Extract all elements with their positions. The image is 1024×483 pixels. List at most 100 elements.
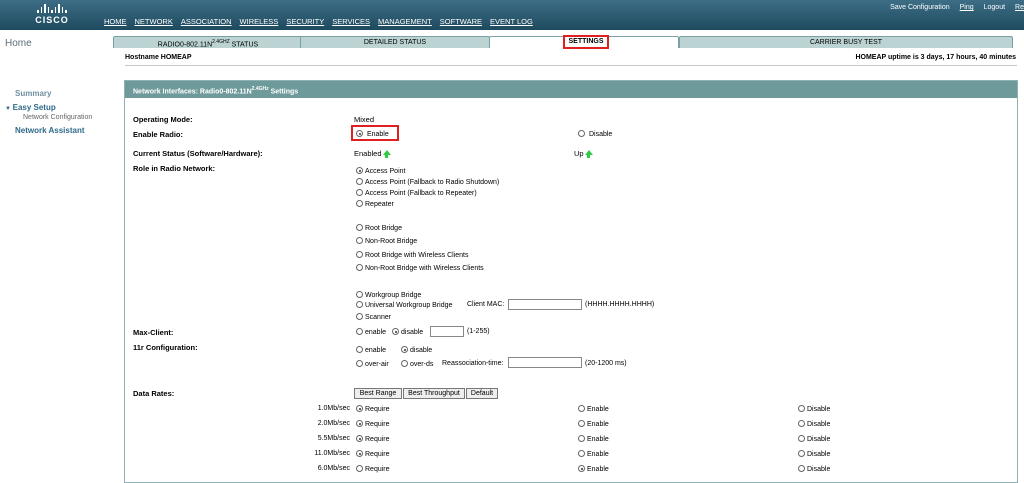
radio-icon[interactable] (356, 224, 363, 231)
role-option[interactable]: Non-Root Bridge (356, 237, 417, 245)
nav-security[interactable]: SECURITY (286, 17, 324, 26)
enable-radio-enable-option[interactable]: Enable (356, 130, 389, 138)
nav-event-log[interactable]: EVENT LOG (490, 17, 533, 26)
data-rate-disable-option[interactable]: Disable (798, 420, 830, 428)
nav-network[interactable]: NETWORK (135, 17, 173, 26)
radio-icon[interactable] (798, 450, 805, 457)
role-option[interactable]: Access Point (356, 167, 405, 175)
nav-association[interactable]: ASSOCIATION (181, 17, 232, 26)
sidebar-item-easy-setup[interactable]: ▼ Easy Setup (5, 103, 56, 112)
r11-over-ds-option[interactable]: over-ds (401, 360, 433, 368)
radio-selected-icon[interactable] (578, 465, 585, 472)
default-button[interactable]: Default (466, 388, 498, 399)
data-rate-require-option[interactable]: Require (356, 465, 390, 473)
nav-wireless[interactable]: WIRELESS (240, 17, 279, 26)
data-rate-disable-label: Disable (807, 406, 831, 413)
max-client-disable-option[interactable]: disable (392, 328, 423, 336)
nav-services[interactable]: SERVICES (332, 17, 370, 26)
role-option[interactable]: Root Bridge with Wireless Clients (356, 251, 468, 259)
client-mac-input[interactable] (508, 299, 582, 310)
nav-software[interactable]: SOFTWARE (440, 17, 482, 26)
radio-icon[interactable] (798, 420, 805, 427)
sidebar-home[interactable]: Home (5, 38, 32, 49)
r11-disable-option[interactable]: disable (401, 346, 432, 354)
radio-icon[interactable] (356, 313, 363, 320)
radio-selected-icon[interactable] (401, 346, 408, 353)
data-rate-require-option[interactable]: Require (356, 405, 390, 413)
data-rate-disable-label: Disable (807, 466, 831, 473)
data-rate-require-option[interactable]: Require (356, 435, 390, 443)
save-configuration-link[interactable]: Save Configuration (890, 4, 950, 11)
radio-icon[interactable] (356, 200, 363, 207)
tab-radio-status-label: RADIO0-802.11N (157, 41, 213, 49)
r11-enable-option[interactable]: enable (356, 346, 386, 354)
data-rate-enable-option[interactable]: Enable (578, 450, 609, 458)
data-rate-disable-option[interactable]: Disable (798, 435, 830, 443)
tab-radio-status[interactable]: RADIO0-802.11N2.4GHZ STATUS (113, 36, 303, 48)
role-option[interactable]: Scanner (356, 313, 391, 321)
radio-selected-icon[interactable] (392, 328, 399, 335)
role-option-label: Access Point (Fallback to Radio Shutdown… (365, 179, 500, 186)
radio-selected-icon[interactable] (356, 450, 363, 457)
data-rate-enable-option[interactable]: Enable (578, 420, 609, 428)
role-option[interactable]: Root Bridge (356, 224, 402, 232)
logout-link[interactable]: Logout (984, 4, 1005, 11)
radio-icon[interactable] (401, 360, 408, 367)
reassociation-time-input[interactable] (508, 357, 582, 368)
radio-icon[interactable] (578, 435, 585, 442)
role-option[interactable]: Workgroup Bridge (356, 291, 421, 299)
radio-icon[interactable] (578, 420, 585, 427)
data-rate-disable-option[interactable]: Disable (798, 450, 830, 458)
radio-selected-icon[interactable] (356, 405, 363, 412)
data-rate-disable-option[interactable]: Disable (798, 465, 830, 473)
radio-icon[interactable] (356, 360, 363, 367)
enable-radio-disable-option[interactable]: Disable (578, 130, 612, 138)
radio-icon[interactable] (356, 189, 363, 196)
radio-icon[interactable] (356, 301, 363, 308)
sidebar-item-summary[interactable]: Summary (15, 89, 51, 98)
role-option[interactable]: Universal Workgroup Bridge (356, 301, 452, 309)
radio-icon[interactable] (356, 178, 363, 185)
radio-selected-icon[interactable] (356, 420, 363, 427)
sidebar-item-network-assistant[interactable]: Network Assistant (15, 126, 85, 135)
data-rate-disable-option[interactable]: Disable (798, 405, 830, 413)
role-option[interactable]: Repeater (356, 200, 394, 208)
role-option[interactable]: Access Point (Fallback to Repeater) (356, 189, 477, 197)
tab-detailed-status[interactable]: DETAILED STATUS (300, 36, 490, 48)
sidebar-item-network-configuration[interactable]: Network Configuration (23, 114, 92, 121)
radio-icon[interactable] (578, 450, 585, 457)
nav-home[interactable]: HOME (104, 17, 127, 26)
best-range-button[interactable]: Best Range (354, 388, 402, 399)
best-throughput-button[interactable]: Best Throughput (403, 388, 465, 399)
radio-selected-icon[interactable] (356, 435, 363, 442)
r11-over-air-option[interactable]: over-air (356, 360, 389, 368)
data-rate-enable-option[interactable]: Enable (578, 465, 609, 473)
ping-link[interactable]: Ping (960, 4, 974, 11)
radio-icon[interactable] (356, 251, 363, 258)
radio-selected-icon[interactable] (356, 130, 363, 137)
radio-icon[interactable] (578, 405, 585, 412)
nav-management[interactable]: MANAGEMENT (378, 17, 432, 26)
data-rate-require-option[interactable]: Require (356, 420, 390, 428)
radio-icon[interactable] (356, 328, 363, 335)
tab-carrier-busy-test[interactable]: CARRIER BUSY TEST (679, 36, 1013, 48)
data-rate-require-option[interactable]: Require (356, 450, 390, 458)
max-client-input[interactable] (430, 326, 464, 337)
radio-icon[interactable] (798, 405, 805, 412)
data-rate-enable-option[interactable]: Enable (578, 405, 609, 413)
role-option[interactable]: Non-Root Bridge with Wireless Clients (356, 264, 484, 272)
data-rate-enable-option[interactable]: Enable (578, 435, 609, 443)
refresh-link[interactable]: Re (1015, 4, 1024, 11)
radio-icon[interactable] (798, 435, 805, 442)
radio-selected-icon[interactable] (356, 167, 363, 174)
radio-icon[interactable] (356, 237, 363, 244)
radio-icon[interactable] (356, 291, 363, 298)
role-option[interactable]: Access Point (Fallback to Radio Shutdown… (356, 178, 499, 186)
max-client-enable-option[interactable]: enable (356, 328, 386, 336)
radio-icon[interactable] (798, 465, 805, 472)
tab-settings[interactable]: SETTINGS (563, 35, 609, 49)
radio-icon[interactable] (356, 346, 363, 353)
radio-icon[interactable] (356, 264, 363, 271)
radio-icon[interactable] (578, 130, 585, 137)
radio-icon[interactable] (356, 465, 363, 472)
